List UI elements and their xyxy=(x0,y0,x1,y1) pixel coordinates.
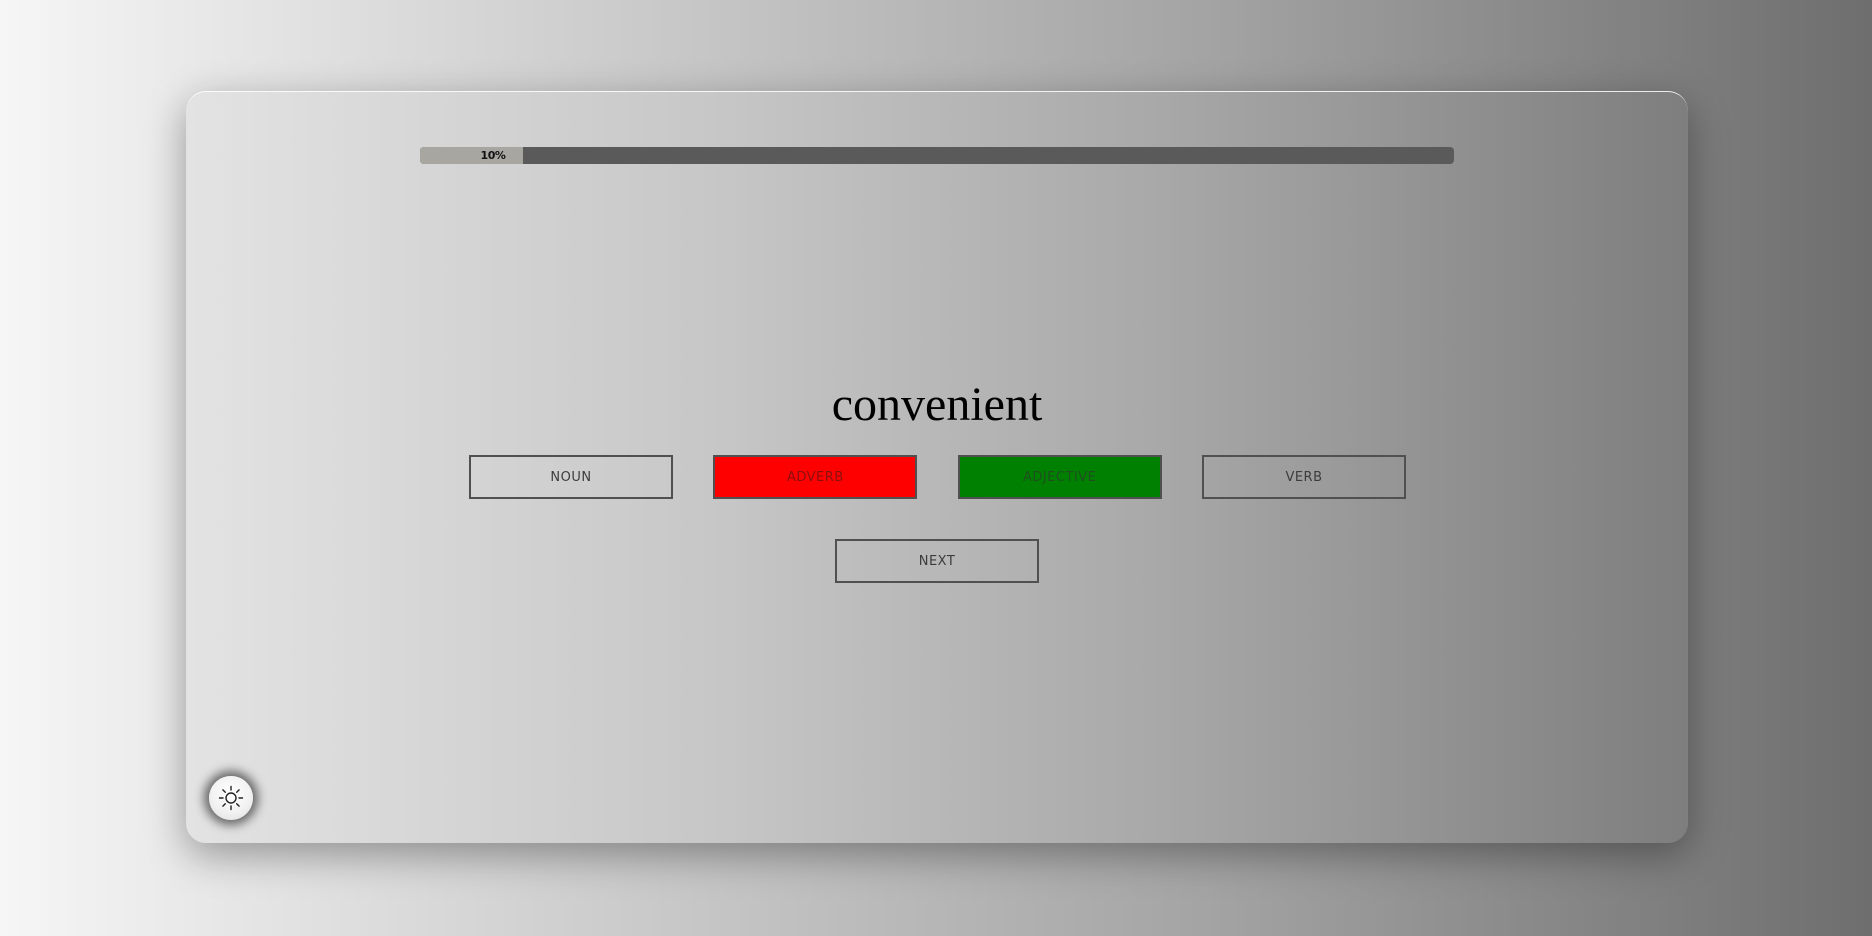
quiz-word: convenient xyxy=(831,378,1043,431)
progress-fill: 10% xyxy=(420,147,524,164)
choice-verb-button[interactable]: VERB xyxy=(1201,455,1406,499)
choice-noun-button[interactable]: NOUN xyxy=(469,455,673,499)
quiz-card: 10% convenient NOUN ADVERB ADJECTIVE VER… xyxy=(186,91,1688,843)
answer-choices: NOUN ADVERB ADJECTIVE VERB xyxy=(469,455,1406,499)
progress-label: 10% xyxy=(480,149,506,162)
progress-bar: 10% xyxy=(420,147,1454,164)
next-button[interactable]: NEXT xyxy=(835,539,1039,583)
choice-adverb-button[interactable]: ADVERB xyxy=(713,455,918,499)
sun-icon xyxy=(218,785,244,811)
theme-toggle-button[interactable] xyxy=(209,776,253,820)
choice-adjective-button[interactable]: ADJECTIVE xyxy=(957,455,1162,499)
